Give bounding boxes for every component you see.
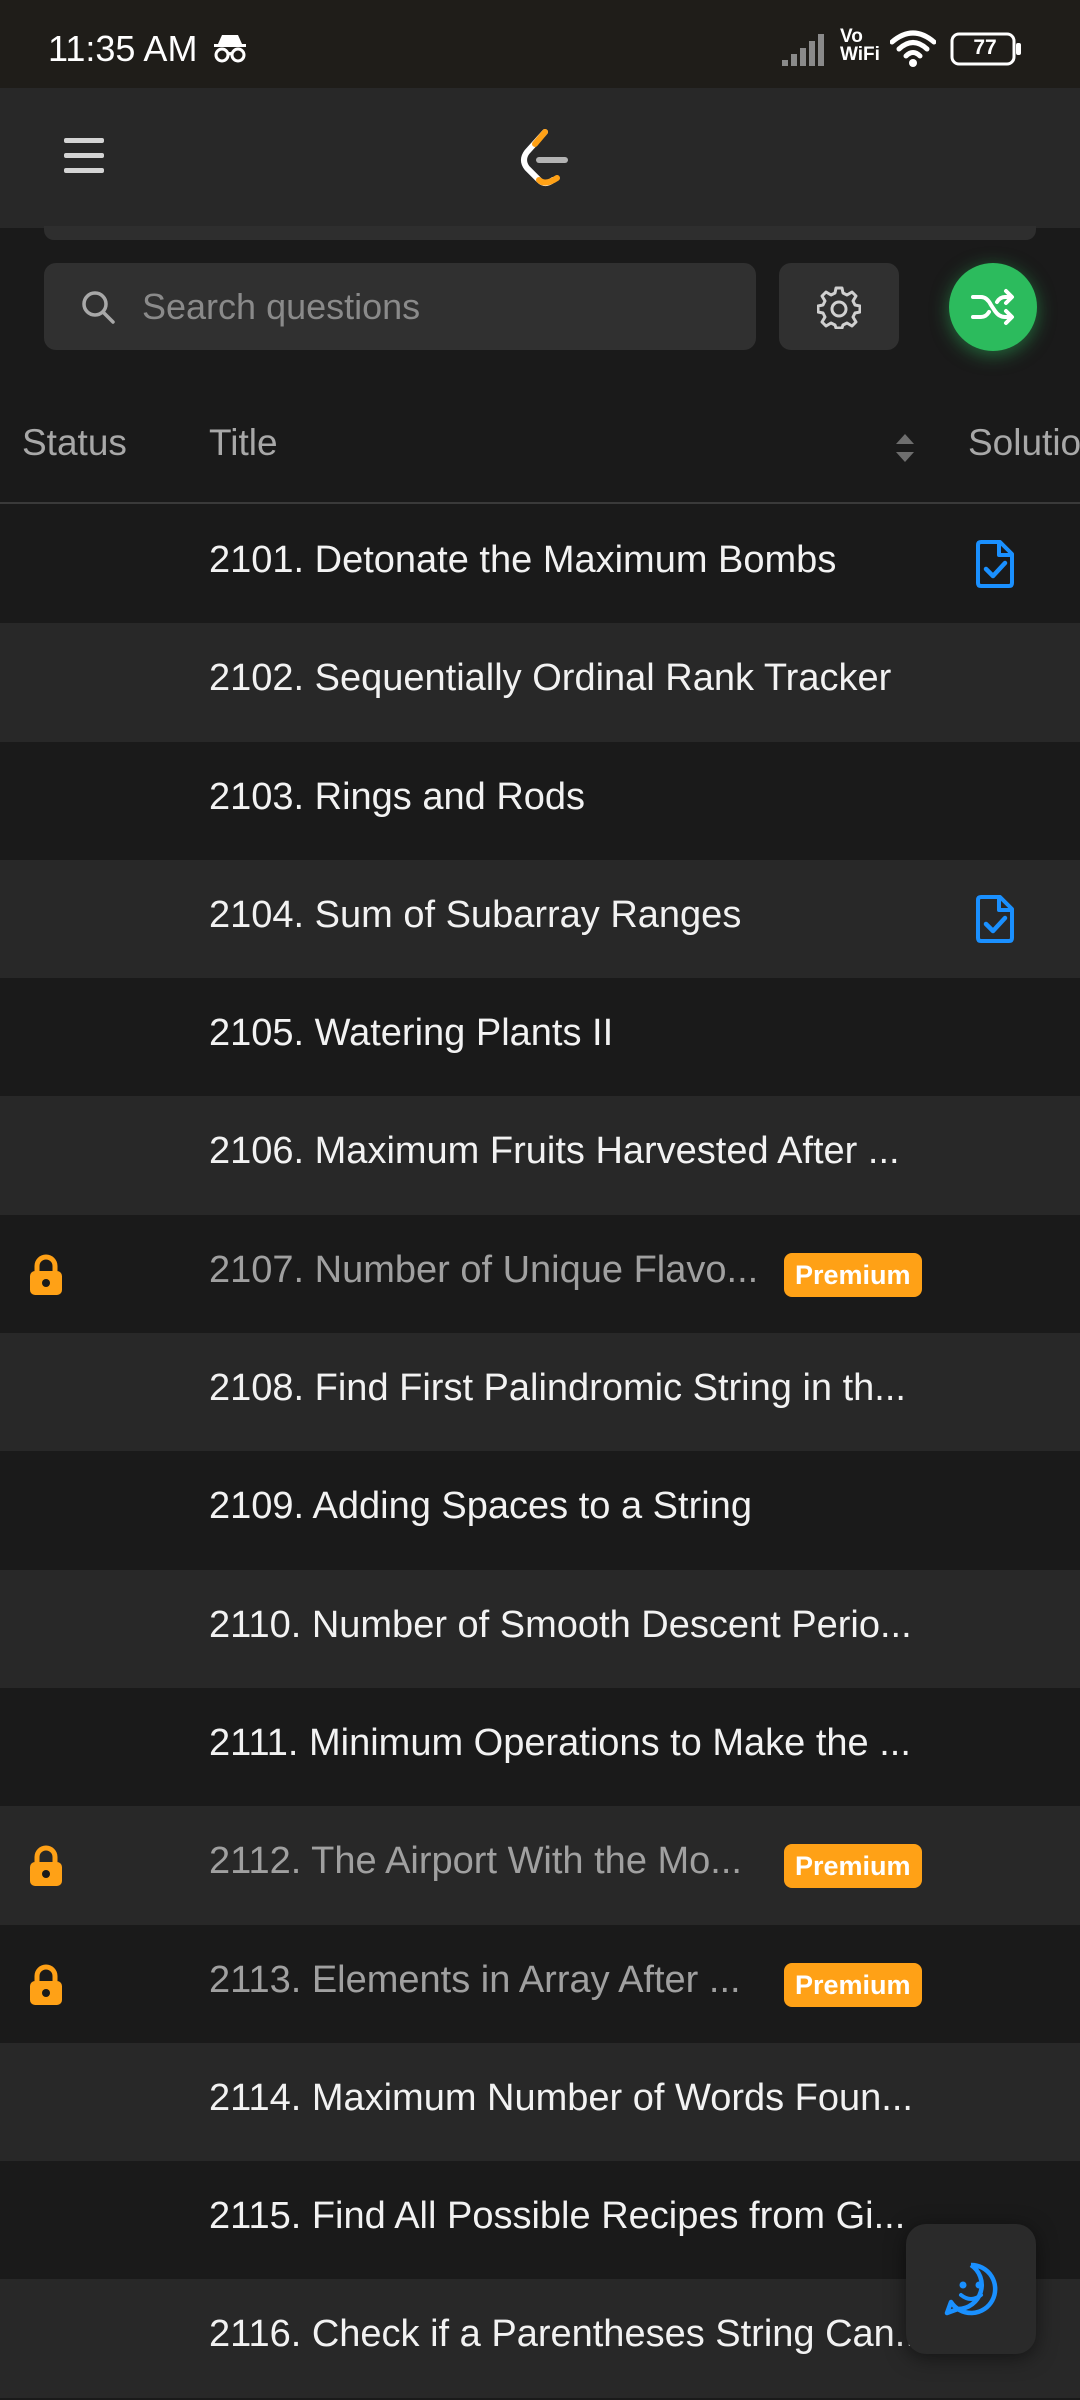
premium-badge: Premium: [784, 1962, 922, 2007]
question-title[interactable]: 2103. Rings and Rods: [209, 776, 585, 819]
status-bar: 11:35 AM Vo WiFi 77: [0, 0, 1080, 88]
question-title[interactable]: 2101. Detonate the Maximum Bombs: [209, 539, 836, 582]
question-title[interactable]: 2110. Number of Smooth Descent Perio...: [209, 1604, 912, 1647]
signal-icon: [782, 34, 824, 66]
question-row[interactable]: 2111. Minimum Operations to Make the ...: [0, 1687, 1080, 1807]
top-navbar: [0, 88, 1080, 228]
question-title[interactable]: 2112. The Airport With the Mo...: [209, 1840, 742, 1883]
search-box[interactable]: [44, 263, 756, 350]
lock-icon: [30, 1845, 62, 1887]
question-row[interactable]: 2114. Maximum Number of Words Foun...: [0, 2042, 1080, 2162]
lock-icon: [30, 1964, 62, 2005]
table-header: Status Title Solution: [0, 400, 1080, 504]
solution-icon[interactable]: [974, 539, 1016, 589]
incognito-icon: [214, 35, 246, 63]
chat-button[interactable]: [906, 2224, 1036, 2354]
question-title[interactable]: 2107. Number of Unique Flavo...: [209, 1249, 758, 1292]
question-list: 2101. Detonate the Maximum Bombs 2102. Se…: [0, 505, 1080, 2398]
column-header-status[interactable]: Status: [22, 422, 127, 464]
question-row[interactable]: 2109. Adding Spaces to a String: [0, 1451, 1080, 1570]
settings-button[interactable]: [779, 263, 899, 350]
column-header-title[interactable]: Title: [209, 422, 278, 464]
question-row[interactable]: 2105. Watering Plants II: [0, 978, 1080, 1097]
gear-icon: [817, 286, 861, 329]
question-row[interactable]: 2108. Find First Palindromic String in t…: [0, 1333, 1080, 1452]
question-row[interactable]: 2107. Number of Unique Flavo... Premium: [0, 1214, 1080, 1334]
question-row[interactable]: 2112. The Airport With the Mo... Premium: [0, 1806, 1080, 1925]
question-row[interactable]: 2113. Elements in Array After ... Premium: [0, 1924, 1080, 2043]
wifi-text: WiFi: [840, 44, 880, 65]
shuffle-button[interactable]: [949, 263, 1037, 351]
question-row[interactable]: 2110. Number of Smooth Descent Perio...: [0, 1569, 1080, 1688]
question-title[interactable]: 2116. Check if a Parentheses String Can.…: [209, 2313, 926, 2356]
column-header-solution[interactable]: Solution: [968, 422, 1080, 464]
search-icon: [82, 291, 115, 324]
hamburger-icon[interactable]: [64, 138, 104, 178]
sort-icon[interactable]: [890, 428, 920, 468]
question-row[interactable]: 2101. Detonate the Maximum Bombs: [0, 505, 1080, 624]
question-title[interactable]: 2102. Sequentially Ordinal Rank Tracker: [209, 657, 891, 700]
chat-smile-icon: [944, 2262, 998, 2316]
question-title[interactable]: 2105. Watering Plants II: [209, 1012, 613, 1055]
battery-level: 77: [973, 36, 997, 59]
question-title[interactable]: 2106. Maximum Fruits Harvested After ...: [209, 1130, 900, 1173]
question-title[interactable]: 2104. Sum of Subarray Ranges: [209, 894, 741, 937]
lock-icon: [30, 1254, 62, 1295]
premium-badge: Premium: [784, 1844, 922, 1889]
question-title[interactable]: 2113. Elements in Array After ...: [209, 1959, 741, 2002]
search-input[interactable]: [142, 263, 732, 350]
question-row[interactable]: 2102. Sequentially Ordinal Rank Tracker: [0, 623, 1080, 742]
question-title[interactable]: 2109. Adding Spaces to a String: [209, 1485, 752, 1528]
leetcode-logo-icon[interactable]: [515, 128, 575, 192]
shuffle-icon: [971, 289, 1014, 325]
filter-bar-edge: [44, 226, 1036, 240]
question-row[interactable]: 2103. Rings and Rods: [0, 741, 1080, 860]
question-title[interactable]: 2111. Minimum Operations to Make the ...: [209, 1722, 911, 1765]
question-title[interactable]: 2115. Find All Possible Recipes from Gi.…: [209, 2195, 905, 2238]
solution-icon[interactable]: [974, 894, 1016, 944]
wifi-icon: [890, 30, 936, 67]
question-row[interactable]: 2106. Maximum Fruits Harvested After ...: [0, 1096, 1080, 1215]
vowifi-label: Vo WiFi: [840, 27, 880, 65]
question-row[interactable]: 2104. Sum of Subarray Ranges: [0, 859, 1080, 979]
status-time: 11:35 AM: [48, 28, 198, 69]
question-title[interactable]: 2114. Maximum Number of Words Foun...: [209, 2077, 913, 2120]
question-title[interactable]: 2108. Find First Palindromic String in t…: [209, 1367, 906, 1410]
premium-badge: Premium: [784, 1252, 922, 1297]
